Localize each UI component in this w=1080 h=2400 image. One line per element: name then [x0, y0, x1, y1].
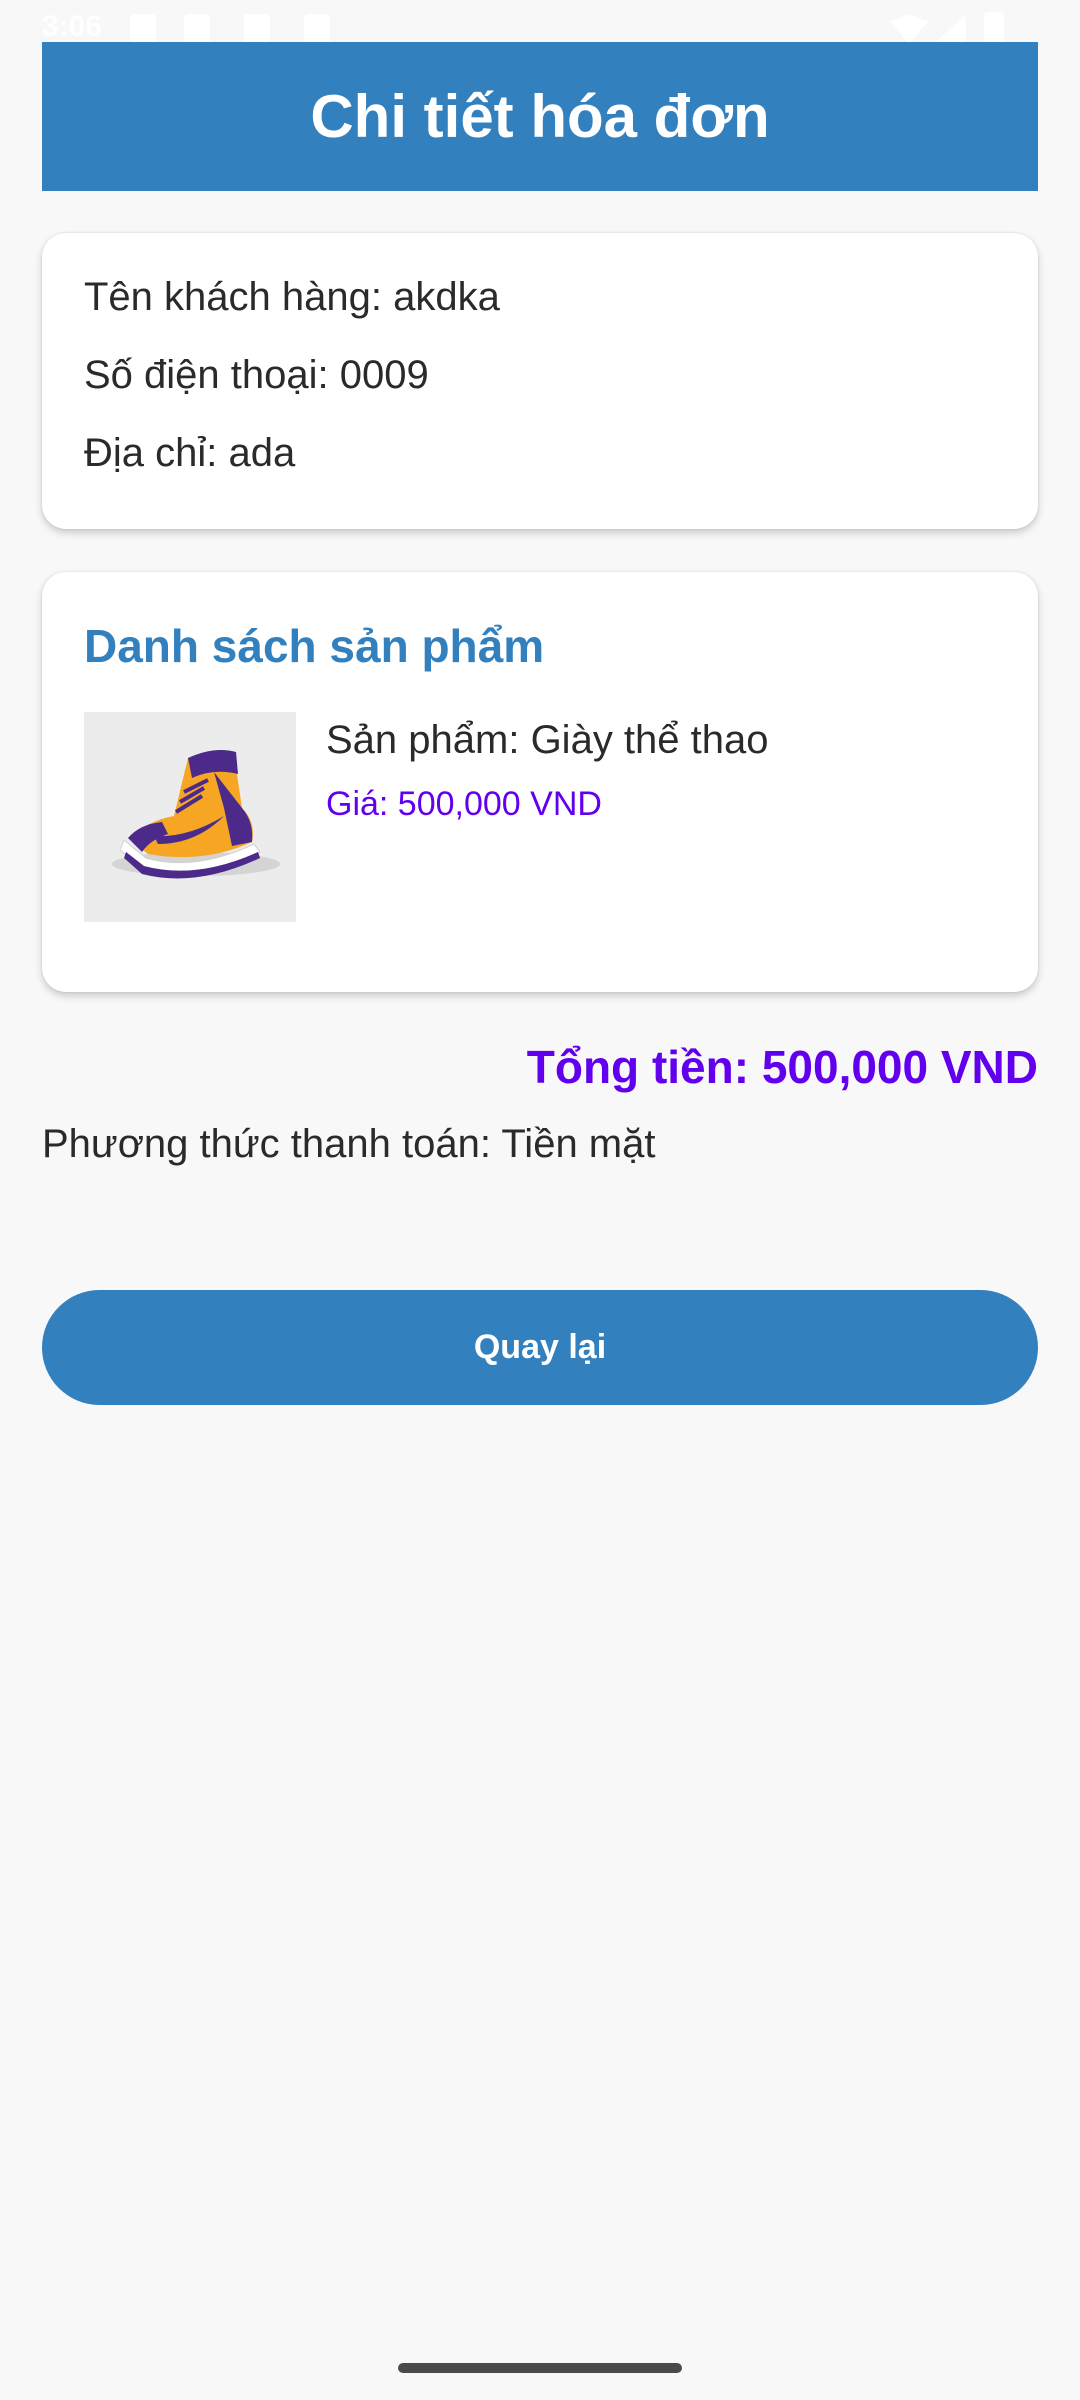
sim-card-icon [304, 14, 330, 44]
invoice-detail-screen: 3:06 Chi tiết hóa đơn Tên khách hàng: ak… [0, 0, 1080, 2400]
wifi-icon [890, 14, 928, 44]
status-bar: 3:06 [0, 0, 1080, 46]
app-header: Chi tiết hóa đơn [42, 42, 1038, 191]
product-price: Giá: 500,000 VND [326, 785, 602, 823]
page-title: Chi tiết hóa đơn [310, 83, 770, 150]
customer-info-card: Tên khách hàng: akdka Số điện thoại: 000… [42, 233, 1038, 529]
order-total: Tổng tiền: 500,000 VND [526, 1041, 1038, 1093]
home-indicator[interactable] [398, 2363, 682, 2373]
customer-address: Địa chỉ: ada [84, 431, 296, 475]
payment-method: Phương thức thanh toán: Tiền mặt [42, 1122, 656, 1166]
sneaker-icon [84, 712, 296, 922]
status-time: 3:06 [42, 10, 103, 43]
location-icon [184, 14, 210, 44]
notification-icon-2 [244, 14, 270, 44]
product-name: Sản phẩm: Giày thể thao [326, 718, 769, 762]
battery-icon [984, 12, 1004, 46]
customer-name: Tên khách hàng: akdka [84, 275, 500, 319]
signal-icon [934, 14, 966, 44]
list-item: Sản phẩm: Giày thể thao Giá: 500,000 VND [84, 712, 996, 924]
customer-phone: Số điện thoại: 0009 [84, 353, 429, 397]
product-list-title: Danh sách sản phẩm [84, 620, 545, 672]
sneaker-image [84, 712, 296, 922]
product-list-card: Danh sách sản phẩm Sản phẩm: Giày thể th… [42, 572, 1038, 992]
notification-icon [130, 14, 156, 44]
back-button[interactable]: Quay lại [42, 1290, 1038, 1405]
